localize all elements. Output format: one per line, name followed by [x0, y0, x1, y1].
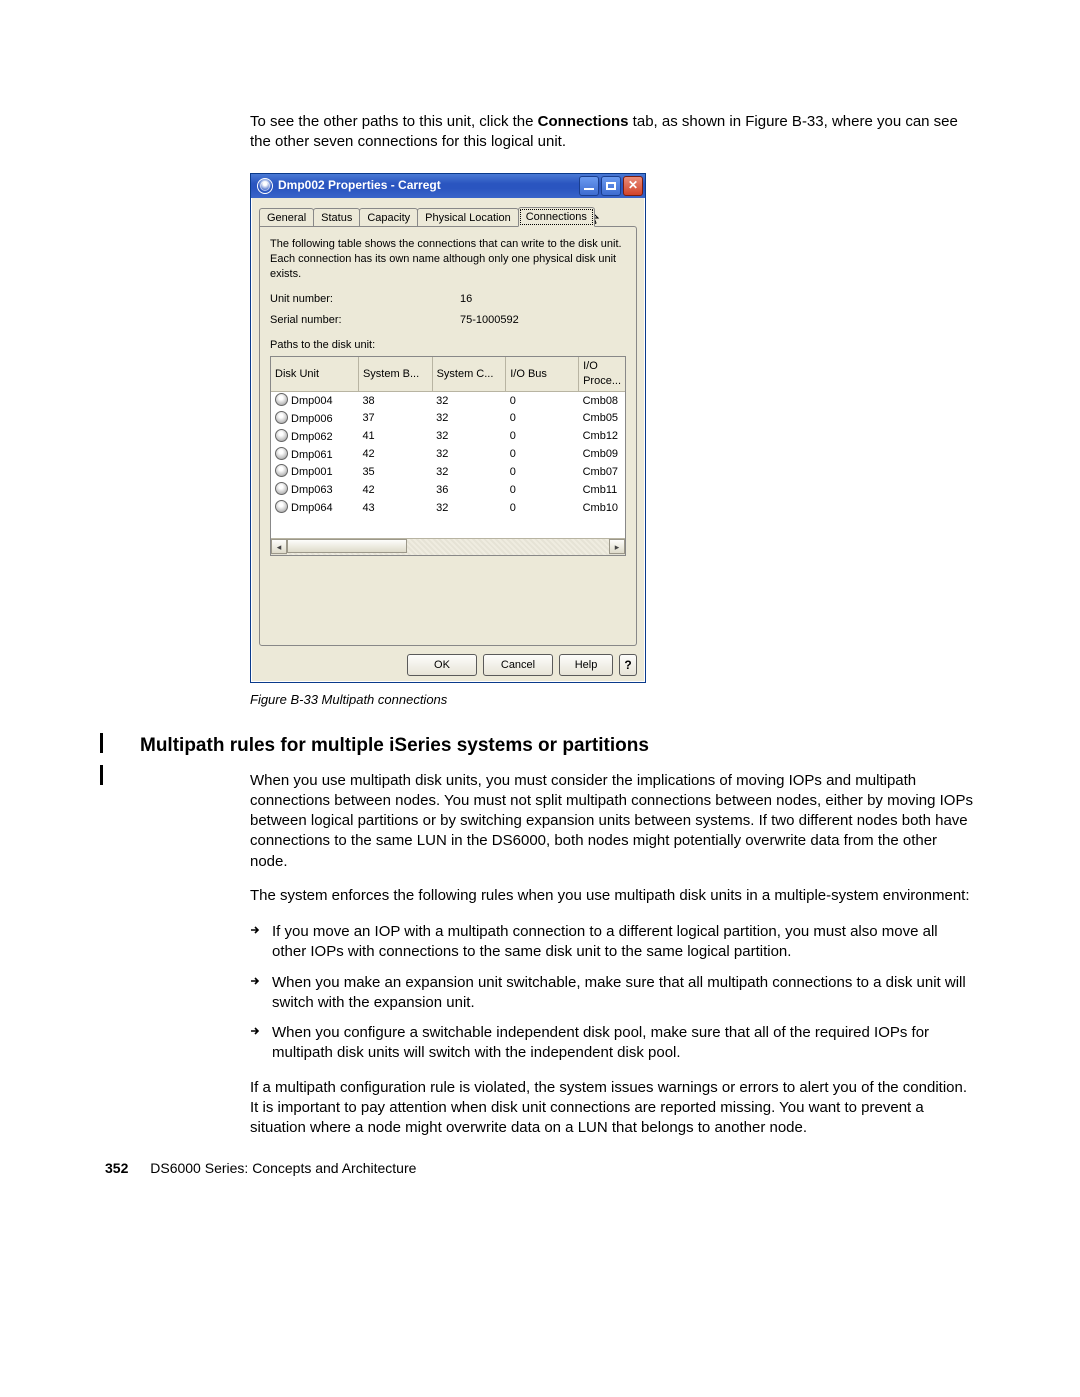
col-io-bus[interactable]: I/O Bus: [506, 357, 579, 391]
heading-text: Multipath rules for multiple iSeries sys…: [140, 735, 649, 756]
change-bar-icon: [100, 733, 103, 753]
table-row[interactable]: Dmp00438320Cmb08: [271, 392, 625, 410]
bullet-icon: [250, 1023, 272, 1064]
intro-bold: Connections: [538, 113, 629, 130]
disk-icon: [275, 464, 288, 477]
table-row[interactable]: Dmp06241320Cmb12: [271, 428, 625, 446]
unit-number-label: Unit number:: [270, 292, 460, 307]
titlebar[interactable]: Dmp002 Properties - Carregt: [251, 174, 645, 198]
col-system-b[interactable]: System B...: [358, 357, 432, 391]
properties-dialog: Dmp002 Properties - Carregt General Stat…: [250, 173, 646, 684]
para2-text: The system enforces the following rules …: [250, 886, 975, 906]
disk-icon: [257, 178, 273, 194]
window-title: Dmp002 Properties - Carregt: [278, 177, 579, 193]
tab-status[interactable]: Status: [313, 208, 360, 228]
disk-icon: [275, 393, 288, 406]
context-help-button[interactable]: ?: [619, 654, 637, 676]
scroll-left-button[interactable]: ◂: [271, 539, 287, 554]
table-row[interactable]: Dmp06142320Cmb09: [271, 446, 625, 464]
bullet-list: If you move an IOP with a multipath conn…: [250, 922, 975, 1064]
list-item: When you make an expansion unit switchab…: [250, 973, 975, 1014]
table-row[interactable]: Dmp06443320Cmb10: [271, 499, 625, 517]
help-button[interactable]: Help: [559, 654, 613, 676]
unit-number-value: 16: [460, 292, 472, 307]
list-item-text: If you move an IOP with a multipath conn…: [272, 922, 975, 963]
tab-physical-location[interactable]: Physical Location: [417, 208, 519, 228]
scroll-right-button[interactable]: ▸: [609, 539, 625, 554]
ok-button[interactable]: OK: [407, 654, 477, 676]
cancel-button[interactable]: Cancel: [483, 654, 553, 676]
tab-general[interactable]: General: [259, 208, 314, 228]
tab-panel: The following table shows the connection…: [259, 226, 637, 646]
col-system-c[interactable]: System C...: [432, 357, 506, 391]
tab-capacity[interactable]: Capacity: [359, 208, 418, 228]
intro-paragraph: To see the other paths to this unit, cli…: [250, 112, 975, 153]
horizontal-scrollbar[interactable]: ◂ ▸: [271, 538, 625, 555]
close-button[interactable]: [623, 176, 643, 196]
body-paragraph-3: If a multipath configuration rule is vio…: [250, 1078, 975, 1139]
bullet-icon: [250, 922, 272, 963]
section-heading: Multipath rules for multiple iSeries sys…: [140, 733, 975, 759]
para3-text: If a multipath configuration rule is vio…: [250, 1078, 975, 1139]
figure-caption: Figure B-33 Multipath connections: [250, 691, 975, 709]
disk-icon: [275, 429, 288, 442]
paths-label: Paths to the disk unit:: [270, 338, 626, 353]
list-item: When you configure a switchable independ…: [250, 1023, 975, 1064]
table-row[interactable]: Dmp00637320Cmb05: [271, 410, 625, 428]
change-bar-icon: [100, 765, 103, 785]
disk-icon: [275, 500, 288, 513]
serial-number-value: 75-1000592: [460, 313, 519, 328]
footer-title: DS6000 Series: Concepts and Architecture: [150, 1160, 416, 1176]
para1-text: When you use multipath disk units, you m…: [250, 771, 975, 872]
page-number: 352: [105, 1160, 128, 1176]
intro-pre: To see the other paths to this unit, cli…: [250, 113, 538, 130]
paths-table[interactable]: Disk Unit System B... System C... I/O Bu…: [270, 356, 626, 556]
minimize-button[interactable]: [579, 176, 599, 196]
tab-bar: General Status Capacity Physical Locatio…: [259, 206, 637, 227]
table-row[interactable]: Dmp00135320Cmb07: [271, 463, 625, 481]
table-row[interactable]: Dmp06342360Cmb11: [271, 481, 625, 499]
tab-connections[interactable]: Connections: [518, 207, 595, 228]
col-io-proc[interactable]: I/O Proce...: [579, 357, 625, 391]
serial-number-label: Serial number:: [270, 313, 460, 328]
col-disk-unit[interactable]: Disk Unit: [271, 357, 358, 391]
panel-description: The following table shows the connection…: [270, 237, 626, 282]
figure-b33: Dmp002 Properties - Carregt General Stat…: [250, 173, 975, 684]
list-item-text: When you make an expansion unit switchab…: [272, 973, 975, 1014]
body-paragraph-1: When you use multipath disk units, you m…: [250, 771, 975, 907]
scroll-thumb[interactable]: [287, 539, 407, 553]
disk-icon: [275, 447, 288, 460]
maximize-button[interactable]: [601, 176, 621, 196]
list-item: If you move an IOP with a multipath conn…: [250, 922, 975, 963]
page-footer: 352 DS6000 Series: Concepts and Architec…: [105, 1159, 416, 1178]
list-item-text: When you configure a switchable independ…: [272, 1023, 975, 1064]
disk-icon: [275, 411, 288, 424]
bullet-icon: [250, 973, 272, 1014]
disk-icon: [275, 482, 288, 495]
